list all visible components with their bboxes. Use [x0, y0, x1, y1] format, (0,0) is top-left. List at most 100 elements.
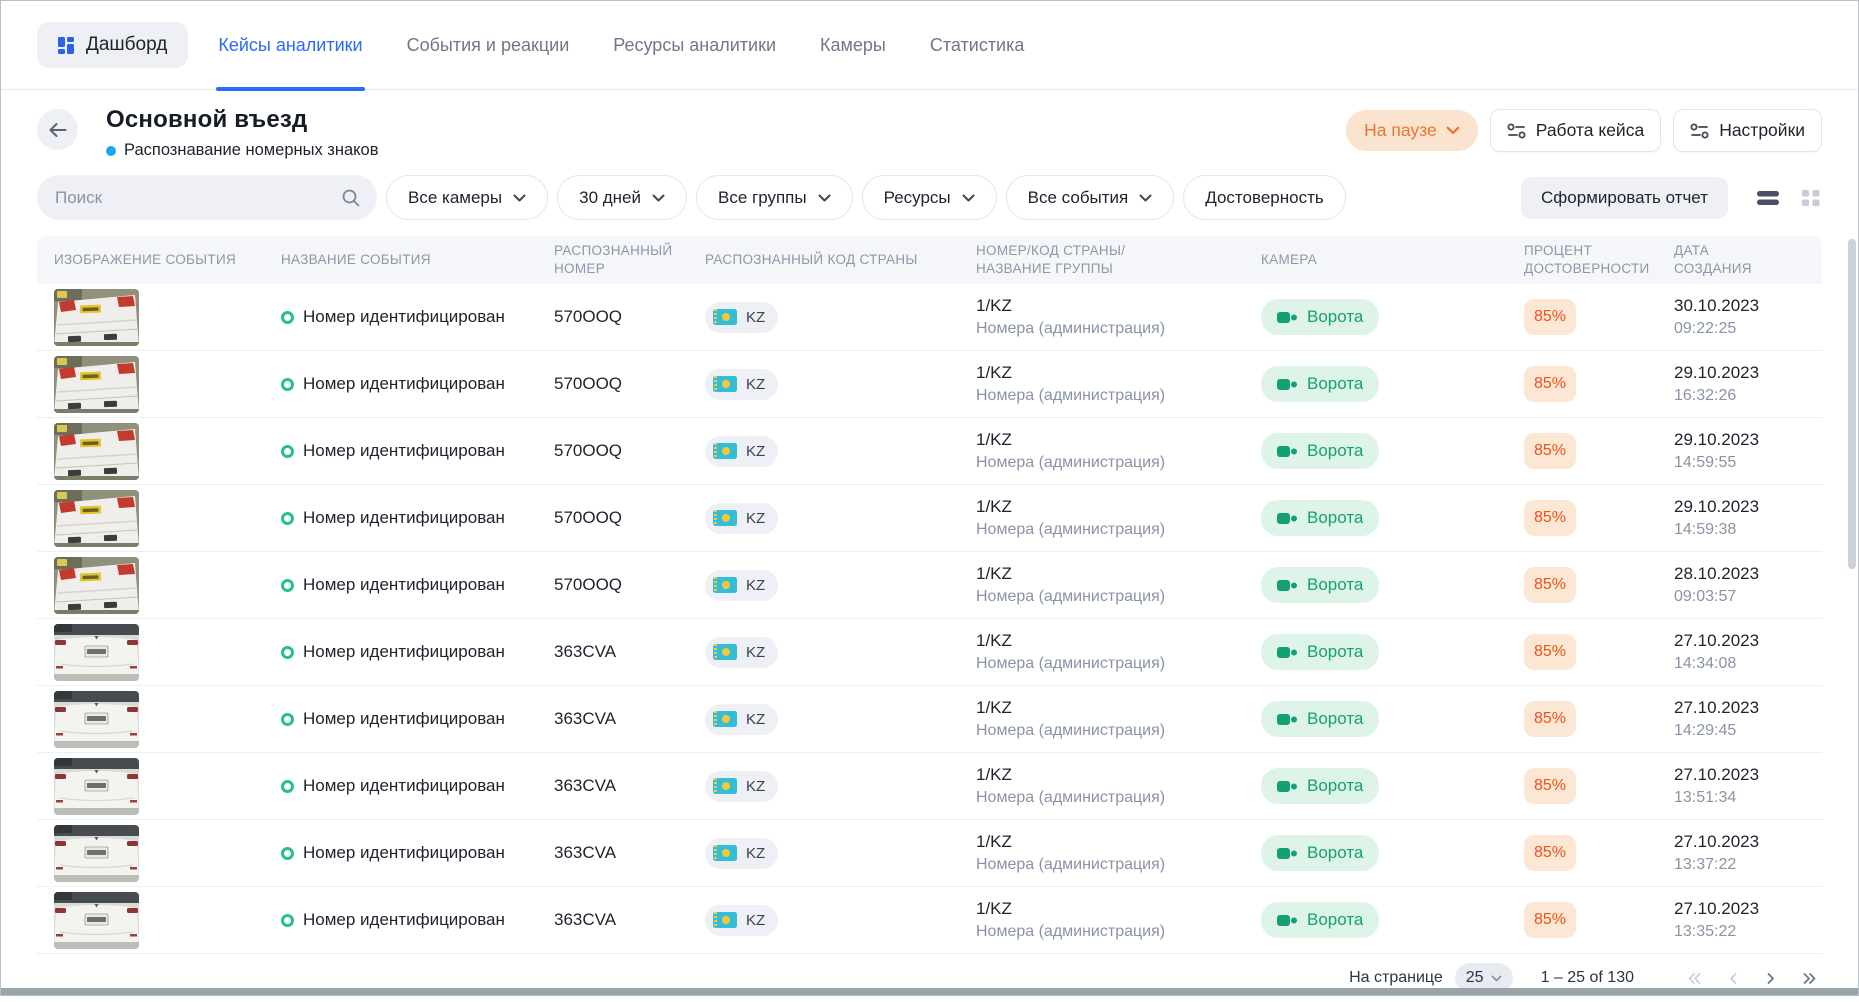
event-thumbnail[interactable]: [54, 289, 139, 346]
filter-dropdown-4[interactable]: Все события: [1006, 175, 1175, 220]
date-cell: 29.10.2023 16:32:26: [1674, 362, 1822, 407]
video-camera-icon: [1277, 311, 1298, 324]
filter-dropdown-1[interactable]: 30 дней: [557, 175, 687, 220]
nav-tab-3[interactable]: Камеры: [820, 1, 886, 90]
event-name-cell: Номер идентифицирован: [281, 843, 554, 863]
number-group-cell: 1/KZ Номера (администрация): [976, 429, 1261, 474]
page-title: Основной въезд: [106, 106, 379, 134]
first-page-button[interactable]: [1686, 971, 1703, 986]
camera-badge[interactable]: Ворота: [1261, 902, 1379, 938]
event-thumbnail[interactable]: [54, 624, 139, 681]
camera-badge[interactable]: Ворота: [1261, 768, 1379, 804]
search-input[interactable]: [55, 188, 341, 208]
country-cell: KZ: [705, 302, 976, 333]
settings-button[interactable]: Настройки: [1673, 109, 1822, 152]
creation-date: 29.10.2023: [1674, 496, 1822, 518]
chevron-left-icon: [1727, 971, 1740, 986]
event-name-cell: Номер идентифицирован: [281, 709, 554, 729]
table-row[interactable]: Номер идентифицирован 363CVA KZ 1/KZ Ном…: [37, 753, 1822, 820]
table-row[interactable]: Номер идентифицирован 363CVA KZ 1/KZ Ном…: [37, 887, 1822, 954]
camera-badge[interactable]: Ворота: [1261, 299, 1379, 335]
event-thumbnail[interactable]: [54, 557, 139, 614]
camera-badge[interactable]: Ворота: [1261, 433, 1379, 469]
event-thumbnail[interactable]: [54, 892, 139, 949]
vertical-scrollbar[interactable]: [1848, 239, 1856, 569]
number-group-cell: 1/KZ Номера (администрация): [976, 630, 1261, 675]
events-table: ИЗОБРАЖЕНИЕ СОБЫТИЯНАЗВАНИЕ СОБЫТИЯРАСПО…: [37, 236, 1822, 954]
group-name: Номера (администрация): [976, 451, 1261, 474]
nav-tab-0[interactable]: Кейсы аналитики: [218, 1, 362, 90]
table-row[interactable]: Номер идентифицирован 363CVA KZ 1/KZ Ном…: [37, 619, 1822, 686]
date-cell: 27.10.2023 13:51:34: [1674, 764, 1822, 809]
confidence-badge: 85%: [1524, 768, 1576, 804]
table-row[interactable]: Номер идентифицирован 570OOQ KZ 1/KZ Ном…: [37, 552, 1822, 619]
creation-date: 27.10.2023: [1674, 630, 1822, 652]
event-thumbnail[interactable]: [54, 490, 139, 547]
country-badge: KZ: [705, 704, 778, 735]
table-row[interactable]: Номер идентифицирован 570OOQ KZ 1/KZ Ном…: [37, 284, 1822, 351]
grid-view-button[interactable]: [1800, 188, 1822, 208]
last-page-button[interactable]: [1801, 971, 1818, 986]
event-name-cell: Номер идентифицирован: [281, 910, 554, 930]
filter-dropdown-5[interactable]: Достоверность: [1183, 175, 1345, 220]
group-name: Номера (администрация): [976, 317, 1261, 340]
number-group-cell: 1/KZ Номера (администрация): [976, 362, 1261, 407]
event-thumbnail[interactable]: [54, 758, 139, 815]
event-thumbnail[interactable]: [54, 423, 139, 480]
table-row[interactable]: Номер идентифицирован 570OOQ KZ 1/KZ Ном…: [37, 485, 1822, 552]
kz-flag-icon: [713, 510, 737, 526]
back-button[interactable]: [37, 109, 78, 150]
camera-badge[interactable]: Ворота: [1261, 500, 1379, 536]
creation-time: 14:59:55: [1674, 451, 1822, 474]
filter-dropdown-3[interactable]: Ресурсы: [862, 175, 997, 220]
event-thumbnail[interactable]: [54, 356, 139, 413]
filter-label: 30 дней: [579, 188, 641, 208]
camera-badge[interactable]: Ворота: [1261, 366, 1379, 402]
nav-tab-2[interactable]: Ресурсы аналитики: [613, 1, 776, 90]
event-thumbnail[interactable]: [54, 691, 139, 748]
camera-badge[interactable]: Ворота: [1261, 835, 1379, 871]
table-row[interactable]: Номер идентифицирован 363CVA KZ 1/KZ Ном…: [37, 820, 1822, 887]
video-camera-icon: [1277, 445, 1298, 458]
camera-badge[interactable]: Ворота: [1261, 567, 1379, 603]
camera-cell: Ворота: [1261, 567, 1524, 603]
nav-tab-1[interactable]: События и реакции: [407, 1, 570, 90]
video-camera-icon: [1277, 579, 1298, 592]
column-header-6: ПРОЦЕНТ ДОСТОВЕРНОСТИ: [1524, 242, 1674, 278]
date-cell: 27.10.2023 14:34:08: [1674, 630, 1822, 675]
generate-report-button[interactable]: Сформировать отчет: [1521, 177, 1728, 219]
recognized-plate: 570OOQ: [554, 441, 705, 461]
filter-dropdown-0[interactable]: Все камеры: [386, 175, 548, 220]
list-view-button[interactable]: [1755, 188, 1781, 208]
event-thumbnail[interactable]: [54, 825, 139, 882]
page-header: Основной въезд Распознавание номерных зн…: [1, 90, 1858, 160]
country-code: KZ: [746, 309, 765, 326]
event-status-ring-icon: [281, 311, 294, 324]
table-row[interactable]: Номер идентифицирован 570OOQ KZ 1/KZ Ном…: [37, 351, 1822, 418]
nav-tab-4[interactable]: Статистика: [930, 1, 1025, 90]
case-status-dropdown[interactable]: На паузе: [1346, 110, 1478, 151]
filter-dropdown-2[interactable]: Все группы: [696, 175, 853, 220]
case-type-subtitle: Распознавание номерных знаков: [106, 141, 379, 160]
table-body: Номер идентифицирован 570OOQ KZ 1/KZ Ном…: [37, 284, 1822, 954]
case-status-label: На паузе: [1364, 120, 1437, 141]
event-name-cell: Номер идентифицирован: [281, 575, 554, 595]
column-header-2: РАСПОЗНАННЫЙ НОМЕР: [554, 242, 705, 278]
camera-name: Ворота: [1307, 843, 1363, 863]
camera-badge[interactable]: Ворота: [1261, 701, 1379, 737]
table-row[interactable]: Номер идентифицирован 570OOQ KZ 1/KZ Ном…: [37, 418, 1822, 485]
number-group-cell: 1/KZ Номера (администрация): [976, 764, 1261, 809]
prev-page-button[interactable]: [1727, 971, 1740, 986]
camera-cell: Ворота: [1261, 433, 1524, 469]
column-header-7: ДАТА СОЗДАНИЯ: [1674, 242, 1822, 278]
country-code: KZ: [746, 644, 765, 661]
table-row[interactable]: Номер идентифицирован 363CVA KZ 1/KZ Ном…: [37, 686, 1822, 753]
event-image-cell: [54, 289, 281, 346]
creation-time: 14:34:08: [1674, 652, 1822, 675]
case-work-button[interactable]: Работа кейса: [1490, 109, 1661, 152]
dashboard-button[interactable]: Дашборд: [37, 22, 188, 68]
next-page-button[interactable]: [1764, 971, 1777, 986]
car-photo-white-sedan: [54, 825, 139, 882]
kz-flag-icon: [713, 309, 737, 325]
camera-badge[interactable]: Ворота: [1261, 634, 1379, 670]
